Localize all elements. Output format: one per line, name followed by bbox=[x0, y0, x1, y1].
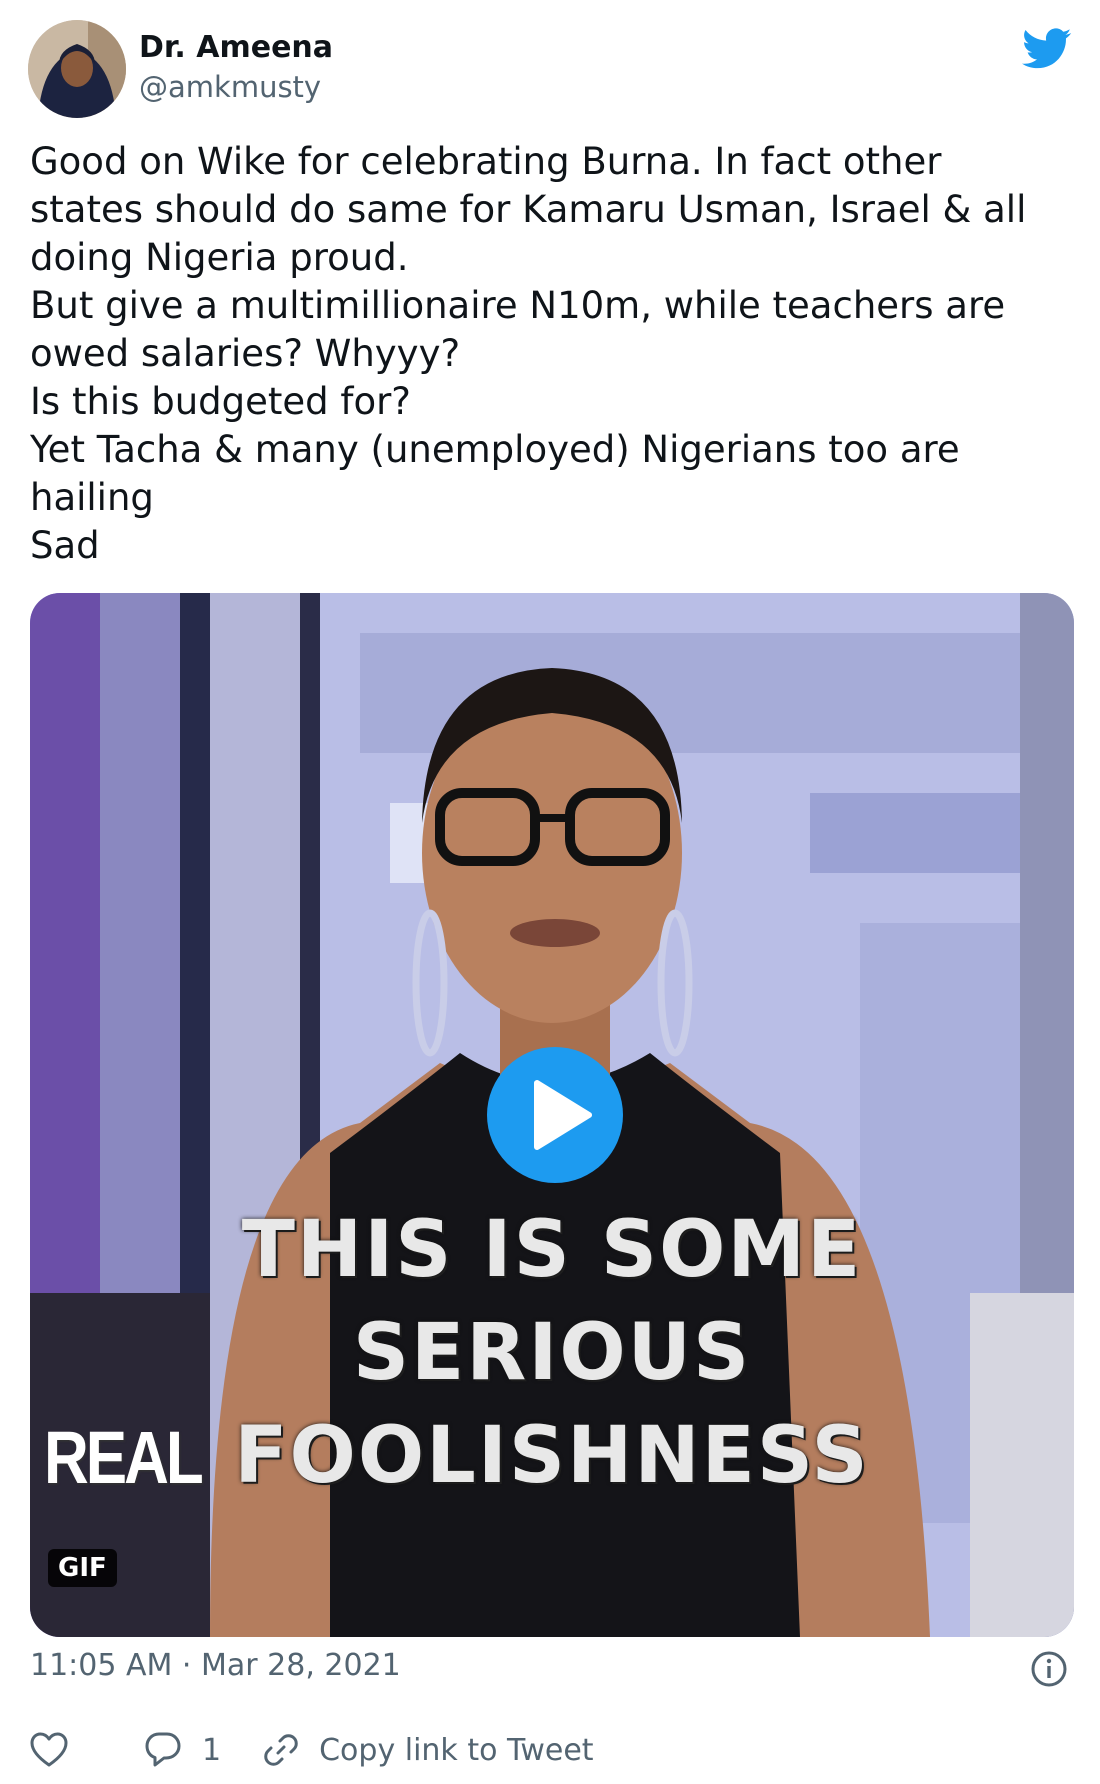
avatar-image bbox=[28, 20, 126, 118]
tweet-line: Good on Wike for celebrating Burna. In f… bbox=[30, 140, 942, 183]
tweet-actions: 1 Copy link to Tweet bbox=[30, 1730, 594, 1770]
avatar[interactable] bbox=[28, 20, 126, 118]
reply-button[interactable]: 1 bbox=[144, 1731, 221, 1769]
heart-icon bbox=[30, 1732, 68, 1767]
author-handle[interactable]: @amkmusty bbox=[139, 70, 321, 104]
gif-media[interactable]: THIS IS SOME SERIOUS FOOLISHNESS REAL GI… bbox=[30, 593, 1074, 1637]
tweet-line: But give a multimillionaire N10m, while … bbox=[30, 284, 1006, 327]
gif-caption-line: THIS IS SOME bbox=[241, 1205, 863, 1295]
the-real-logo: REAL bbox=[44, 1417, 204, 1500]
copy-link-button[interactable]: Copy link to Tweet bbox=[261, 1730, 594, 1770]
play-icon bbox=[534, 1080, 592, 1150]
play-button[interactable] bbox=[487, 1047, 623, 1183]
tweet-line: Sad bbox=[30, 524, 100, 567]
gif-badge: GIF bbox=[48, 1549, 117, 1587]
twitter-bird-icon[interactable] bbox=[1022, 28, 1072, 70]
tweet-line: hailing bbox=[30, 476, 154, 519]
link-icon bbox=[264, 1734, 298, 1766]
reply-bubble-icon bbox=[145, 1732, 181, 1767]
tweet-line: states should do same for Kamaru Usman, … bbox=[30, 188, 1027, 231]
gif-caption-line: SERIOUS bbox=[352, 1308, 752, 1398]
tweet-line: Yet Tacha & many (unemployed) Nigerians … bbox=[30, 428, 960, 471]
author-display-name[interactable]: Dr. Ameena bbox=[139, 30, 333, 65]
tweet-text: Good on Wike for celebrating Burna. In f… bbox=[30, 138, 1080, 570]
tweet-timestamp[interactable]: 11:05 AM · Mar 28, 2021 bbox=[30, 1648, 401, 1683]
copy-link-label: Copy link to Tweet bbox=[319, 1732, 594, 1768]
info-icon[interactable] bbox=[1030, 1650, 1068, 1688]
tweet-line: doing Nigeria proud. bbox=[30, 236, 409, 279]
reply-count: 1 bbox=[202, 1732, 222, 1768]
tweet-line: Is this budgeted for? bbox=[30, 380, 411, 423]
like-button[interactable] bbox=[30, 1732, 68, 1768]
tweet-line: owed salaries? Whyyy? bbox=[30, 332, 461, 375]
